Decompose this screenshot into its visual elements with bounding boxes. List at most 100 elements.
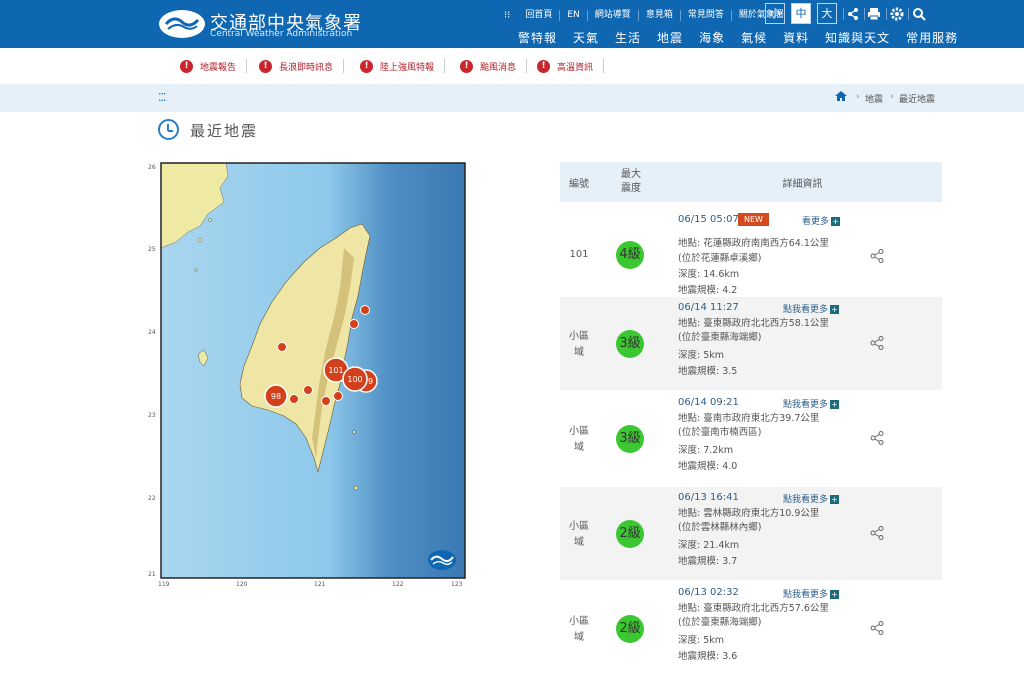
row-magnitude: 地震規模: 4.0: [678, 461, 738, 472]
row-location: 地點: 花蓮縣政府南南西方64.1公里: [678, 238, 829, 249]
epicenter-100-label: 100: [347, 375, 362, 384]
more-link[interactable]: 點我看更多 +: [783, 587, 840, 600]
alert-typhoon[interactable]: ! 颱風消息: [460, 59, 528, 73]
alert-icon: !: [460, 59, 473, 73]
grid-dots-icon[interactable]: ⁚⁚⁚: [158, 91, 166, 104]
alert-icon: !: [180, 59, 193, 73]
earthquake-map[interactable]: 26 25 24 23 22 21 119 120 121 122 123 99…: [148, 158, 470, 588]
table-row[interactable]: 小區 域 3級 06/14 09:21 點我看更多 + 地點: 臺南市政府東北方3…: [560, 392, 942, 487]
lon-tick-label: 120: [236, 581, 248, 588]
alert-strong-wind[interactable]: ! 陸上強風特報: [360, 59, 446, 73]
alert-heat[interactable]: ! 高溫資訊: [537, 59, 605, 73]
table-row[interactable]: 小區 域 2級 06/13 02:32 點我看更多 + 地點: 臺東縣政府北北西方…: [560, 582, 942, 677]
row-location-sub: (位於臺東縣海端鄉): [678, 332, 762, 343]
intensity-badge: 2級: [616, 520, 644, 548]
cwa-logo[interactable]: [158, 9, 206, 39]
link-feedback[interactable]: 意見箱: [639, 9, 681, 21]
alert-icon: !: [259, 59, 272, 73]
share-icon[interactable]: [869, 335, 885, 351]
table-row[interactable]: 101 4級 06/15 05:07 NEW 看更多 + 地點: 花蓮縣政府南南西…: [560, 202, 942, 297]
link-sitemap[interactable]: 網站導覽: [588, 9, 639, 21]
row-location-sub: (位於臺東縣海端鄉): [678, 617, 762, 628]
more-link[interactable]: 看更多 +: [802, 214, 841, 227]
nav-earthquake[interactable]: 地震: [657, 29, 683, 46]
gear-icon[interactable]: [889, 6, 905, 22]
epicenter-98-label: 98: [271, 392, 281, 401]
lat-tick-label: 21: [148, 571, 156, 578]
header-max-intensity: 最大 震度: [621, 169, 641, 194]
table-row[interactable]: 小區 域 3級 06/14 11:27 點我看更多 + 地點: 臺東縣政府北北西方…: [560, 297, 942, 392]
nav-warnings[interactable]: 警特報: [518, 29, 557, 46]
lon-tick-label: 122: [392, 581, 404, 588]
alert-earthquake-report[interactable]: ! 地震報告: [180, 59, 248, 73]
row-depth: 深度: 7.2km: [678, 445, 734, 456]
breadcrumb: ⁚⁚⁚ › 地震 › 最近地震: [0, 84, 1024, 112]
share-icon[interactable]: [869, 620, 885, 636]
nav-weather[interactable]: 天氣: [573, 29, 599, 46]
row-depth: 深度: 14.6km: [678, 269, 740, 280]
lat-tick-label: 22: [148, 495, 156, 502]
plus-icon: +: [830, 305, 840, 314]
more-link[interactable]: 點我看更多 +: [783, 302, 840, 315]
row-magnitude: 地震規模: 3.5: [678, 366, 738, 377]
nav-data[interactable]: 資料: [783, 29, 809, 46]
row-datetime: 06/14 11:27: [678, 302, 739, 313]
plus-icon: +: [830, 400, 840, 409]
home-icon[interactable]: [834, 90, 848, 102]
site-header: 交通部中央氣象署 Central Weather Administration …: [0, 0, 1024, 48]
font-size-large-button[interactable]: 大: [817, 3, 837, 24]
nav-climate[interactable]: 氣候: [741, 29, 767, 46]
more-link[interactable]: 點我看更多 +: [783, 492, 840, 505]
link-home[interactable]: 回首頁: [518, 9, 561, 21]
row-datetime: 06/13 16:41: [678, 492, 739, 503]
header-detail: 詳細資訊: [782, 179, 823, 190]
nav-marine[interactable]: 海象: [699, 29, 725, 46]
epicenter-dot: [321, 396, 331, 406]
plus-icon: +: [831, 217, 841, 226]
header-id: 編號: [569, 179, 589, 190]
nav-life[interactable]: 生活: [615, 29, 641, 46]
page-title: 最近地震: [190, 122, 259, 140]
row-depth: 深度: 5km: [678, 635, 725, 646]
epicenter-dot: [303, 385, 313, 395]
new-badge: NEW: [738, 213, 769, 226]
epicenter-101-label: 101: [328, 366, 343, 375]
font-size-medium-button[interactable]: 中: [791, 3, 811, 24]
row-datetime: 06/15 05:07: [678, 214, 739, 225]
font-size-small-button[interactable]: 小: [765, 3, 785, 24]
row-location: 地點: 臺東縣政府北北西方57.6公里: [678, 603, 829, 614]
share-icon[interactable]: [869, 248, 885, 264]
share-icon[interactable]: [845, 6, 861, 22]
nav-knowledge[interactable]: 知識與天文: [825, 29, 890, 46]
row-location-sub: (位於雲林縣林內鄉): [678, 522, 762, 533]
row-magnitude: 地震規模: 4.2: [678, 285, 738, 296]
row-location: 地點: 雲林縣政府東北方10.9公里: [678, 508, 820, 519]
row-id: 101: [569, 249, 589, 260]
menu-dots-icon[interactable]: ⁝⁝: [500, 10, 518, 21]
plus-icon: +: [830, 495, 840, 504]
share-icon[interactable]: [869, 525, 885, 541]
share-icon[interactable]: [869, 430, 885, 446]
search-icon[interactable]: [911, 6, 927, 22]
intensity-badge: 3級: [616, 425, 644, 453]
alert-swell[interactable]: ! 長浪即時訊息: [259, 59, 345, 73]
intensity-badge: 4級: [616, 241, 644, 269]
main-nav: 警特報 天氣 生活 地震 海象 氣候 資料 知識與天文 常用服務: [518, 29, 974, 46]
link-faq[interactable]: 常見問答: [681, 9, 732, 21]
divider: [886, 8, 887, 20]
nav-services[interactable]: 常用服務: [906, 29, 958, 46]
table-header: 編號 最大 震度 詳細資訊: [560, 162, 942, 202]
divider: [864, 8, 865, 20]
lat-tick-label: 26: [148, 164, 156, 171]
row-location: 地點: 臺南市政府東北方39.7公里: [678, 413, 820, 424]
alert-bar: ! 地震報告 ! 長浪即時訊息 ! 陸上強風特報 ! 颱風消息 ! 高溫資訊: [0, 48, 1024, 84]
link-english[interactable]: EN: [560, 9, 588, 21]
row-id: 小區 域: [569, 426, 589, 453]
lat-tick-label: 25: [148, 246, 156, 253]
print-icon[interactable]: [866, 6, 882, 22]
map-logo: [428, 550, 456, 570]
table-row[interactable]: 小區 域 2級 06/13 16:41 點我看更多 + 地點: 雲林縣政府東北方1…: [560, 487, 942, 582]
breadcrumb-earthquake[interactable]: 地震: [865, 92, 883, 105]
divider: [843, 8, 844, 20]
more-link[interactable]: 點我看更多 +: [783, 397, 840, 410]
